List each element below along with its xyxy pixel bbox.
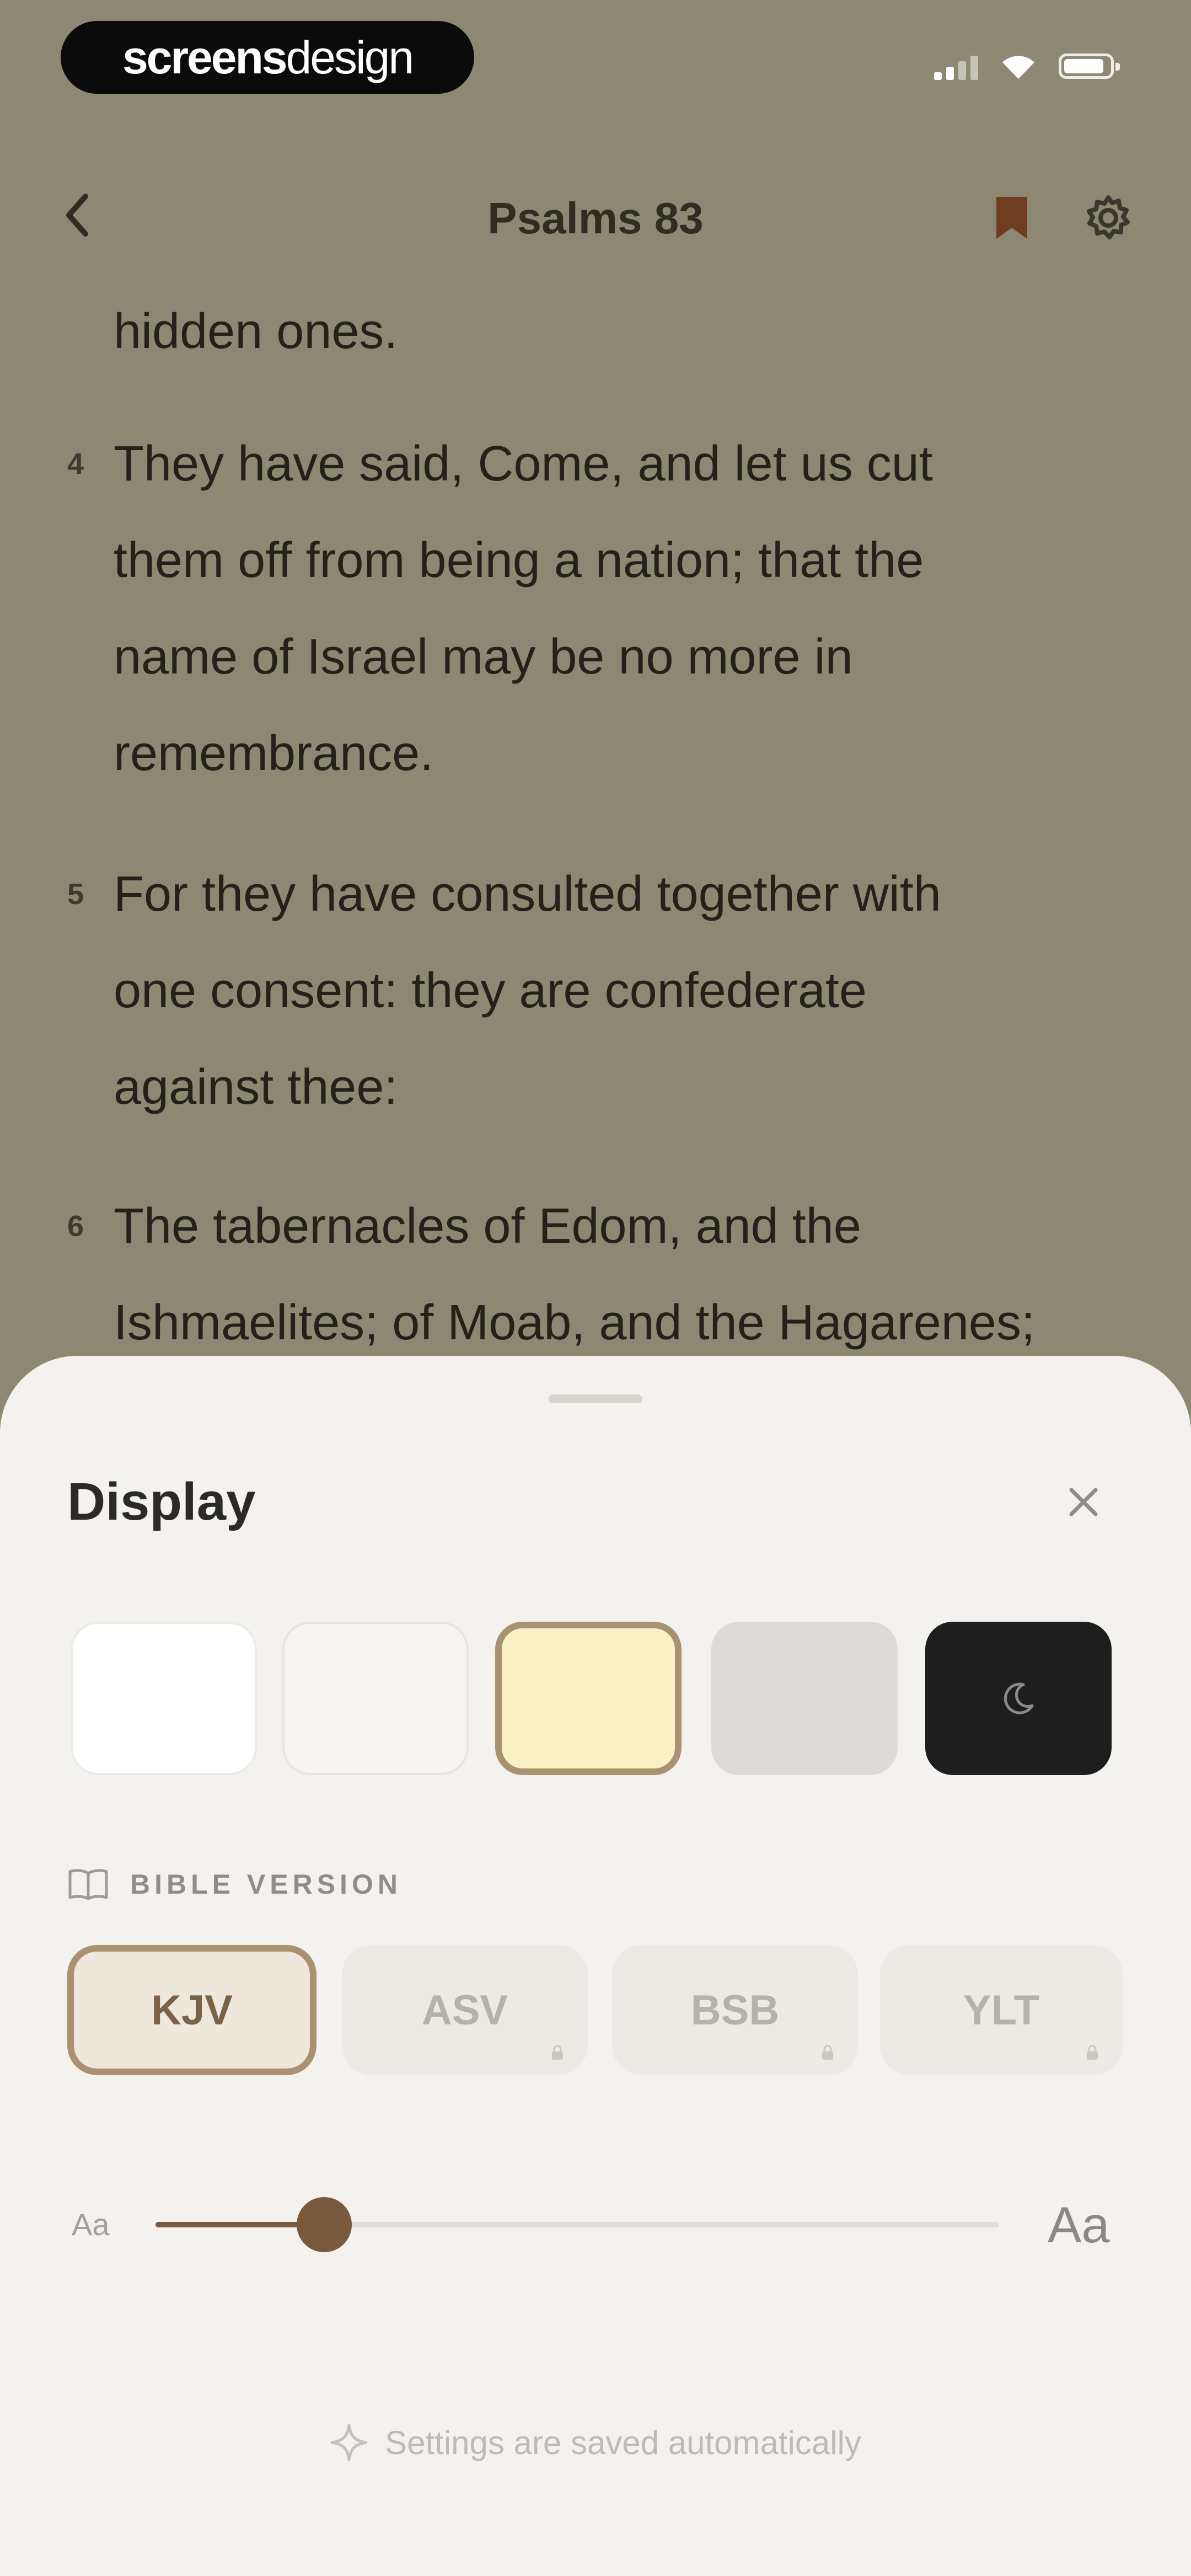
lock-icon bbox=[822, 2045, 833, 2060]
theme-swatch-off-white[interactable] bbox=[282, 1622, 469, 1775]
font-size-small-label: Aa bbox=[72, 2207, 110, 2242]
autosave-text: Settings are saved automatically bbox=[385, 2424, 861, 2461]
version-button-asv[interactable]: ASV bbox=[342, 1945, 588, 2075]
version-button-label: YLT bbox=[963, 1986, 1039, 2034]
verse-number: 5 bbox=[67, 878, 84, 911]
status-bar: screensdesign bbox=[0, 0, 1191, 110]
sparkle-icon bbox=[330, 2424, 368, 2461]
verse-number: 4 bbox=[67, 447, 84, 480]
font-size-large-label: Aa bbox=[1048, 2197, 1110, 2253]
lock-icon bbox=[552, 2045, 563, 2060]
bookmark-icon bbox=[996, 197, 1027, 239]
verse-line: For they have consulted together with bbox=[114, 867, 941, 922]
gear-icon bbox=[1087, 195, 1130, 239]
theme-swatch-white[interactable] bbox=[71, 1622, 257, 1775]
font-size-control: Aa Aa bbox=[0, 2178, 1191, 2266]
version-button-kjv[interactable]: KJV bbox=[67, 1945, 316, 2075]
battery-icon bbox=[1059, 54, 1120, 79]
verse-line: hidden ones. bbox=[114, 304, 398, 359]
display-settings-sheet: Display BIBLE VERSION KJV ASV BSB YLT Aa… bbox=[0, 1356, 1191, 2576]
wifi-icon bbox=[1000, 52, 1037, 80]
theme-swatch-gray[interactable] bbox=[711, 1622, 898, 1775]
version-button-label: BSB bbox=[690, 1986, 780, 2034]
sheet-grabber[interactable] bbox=[549, 1394, 642, 1403]
book-icon bbox=[68, 1869, 108, 1900]
verse-line: remembrance. bbox=[114, 726, 434, 781]
moon-icon bbox=[1004, 1682, 1034, 1714]
bible-version-header: BIBLE VERSION bbox=[67, 1862, 402, 1906]
version-button-bsb[interactable]: BSB bbox=[612, 1945, 858, 2075]
verse-number: 6 bbox=[67, 1210, 84, 1243]
close-icon bbox=[1069, 1488, 1098, 1516]
close-button[interactable] bbox=[1053, 1472, 1114, 1532]
signal-icon bbox=[934, 52, 978, 80]
bible-version-label: BIBLE VERSION bbox=[130, 1869, 402, 1900]
lock-icon bbox=[1087, 2045, 1098, 2060]
verse-line: them off from being a nation; that the bbox=[114, 533, 924, 588]
nav-bar: Psalms 83 bbox=[0, 177, 1191, 254]
verse-line: The tabernacles of Edom, and the bbox=[114, 1199, 861, 1254]
theme-swatch-dark[interactable] bbox=[925, 1622, 1112, 1775]
sheet-title: Display bbox=[67, 1472, 256, 1531]
brand-logo-bold: screens bbox=[122, 31, 288, 83]
theme-swatch-sepia[interactable] bbox=[495, 1622, 682, 1775]
verse-line: Ishmaelites; of Moab, and the Hagarenes; bbox=[114, 1295, 1035, 1350]
brand-logo-light: design bbox=[286, 31, 415, 83]
version-button-label: ASV bbox=[421, 1986, 508, 2034]
font-size-slider-track[interactable] bbox=[155, 2197, 999, 2252]
autosave-note: Settings are saved automatically bbox=[0, 2423, 1191, 2462]
status-icons bbox=[934, 47, 1120, 85]
brand-logo: screensdesign bbox=[61, 21, 474, 94]
verse-line: name of Israel may be no more in bbox=[114, 629, 853, 685]
bookmark-button[interactable] bbox=[987, 190, 1037, 245]
font-size-slider-thumb[interactable] bbox=[297, 2197, 352, 2252]
verse-line: one consent: they are confederate bbox=[114, 963, 867, 1018]
verse-line: They have said, Come, and let us cut bbox=[114, 436, 933, 491]
version-button-ylt[interactable]: YLT bbox=[880, 1945, 1123, 2075]
settings-button[interactable] bbox=[1081, 190, 1136, 245]
version-button-label: KJV bbox=[151, 1986, 233, 2034]
verse-line: against thee: bbox=[114, 1060, 398, 1115]
